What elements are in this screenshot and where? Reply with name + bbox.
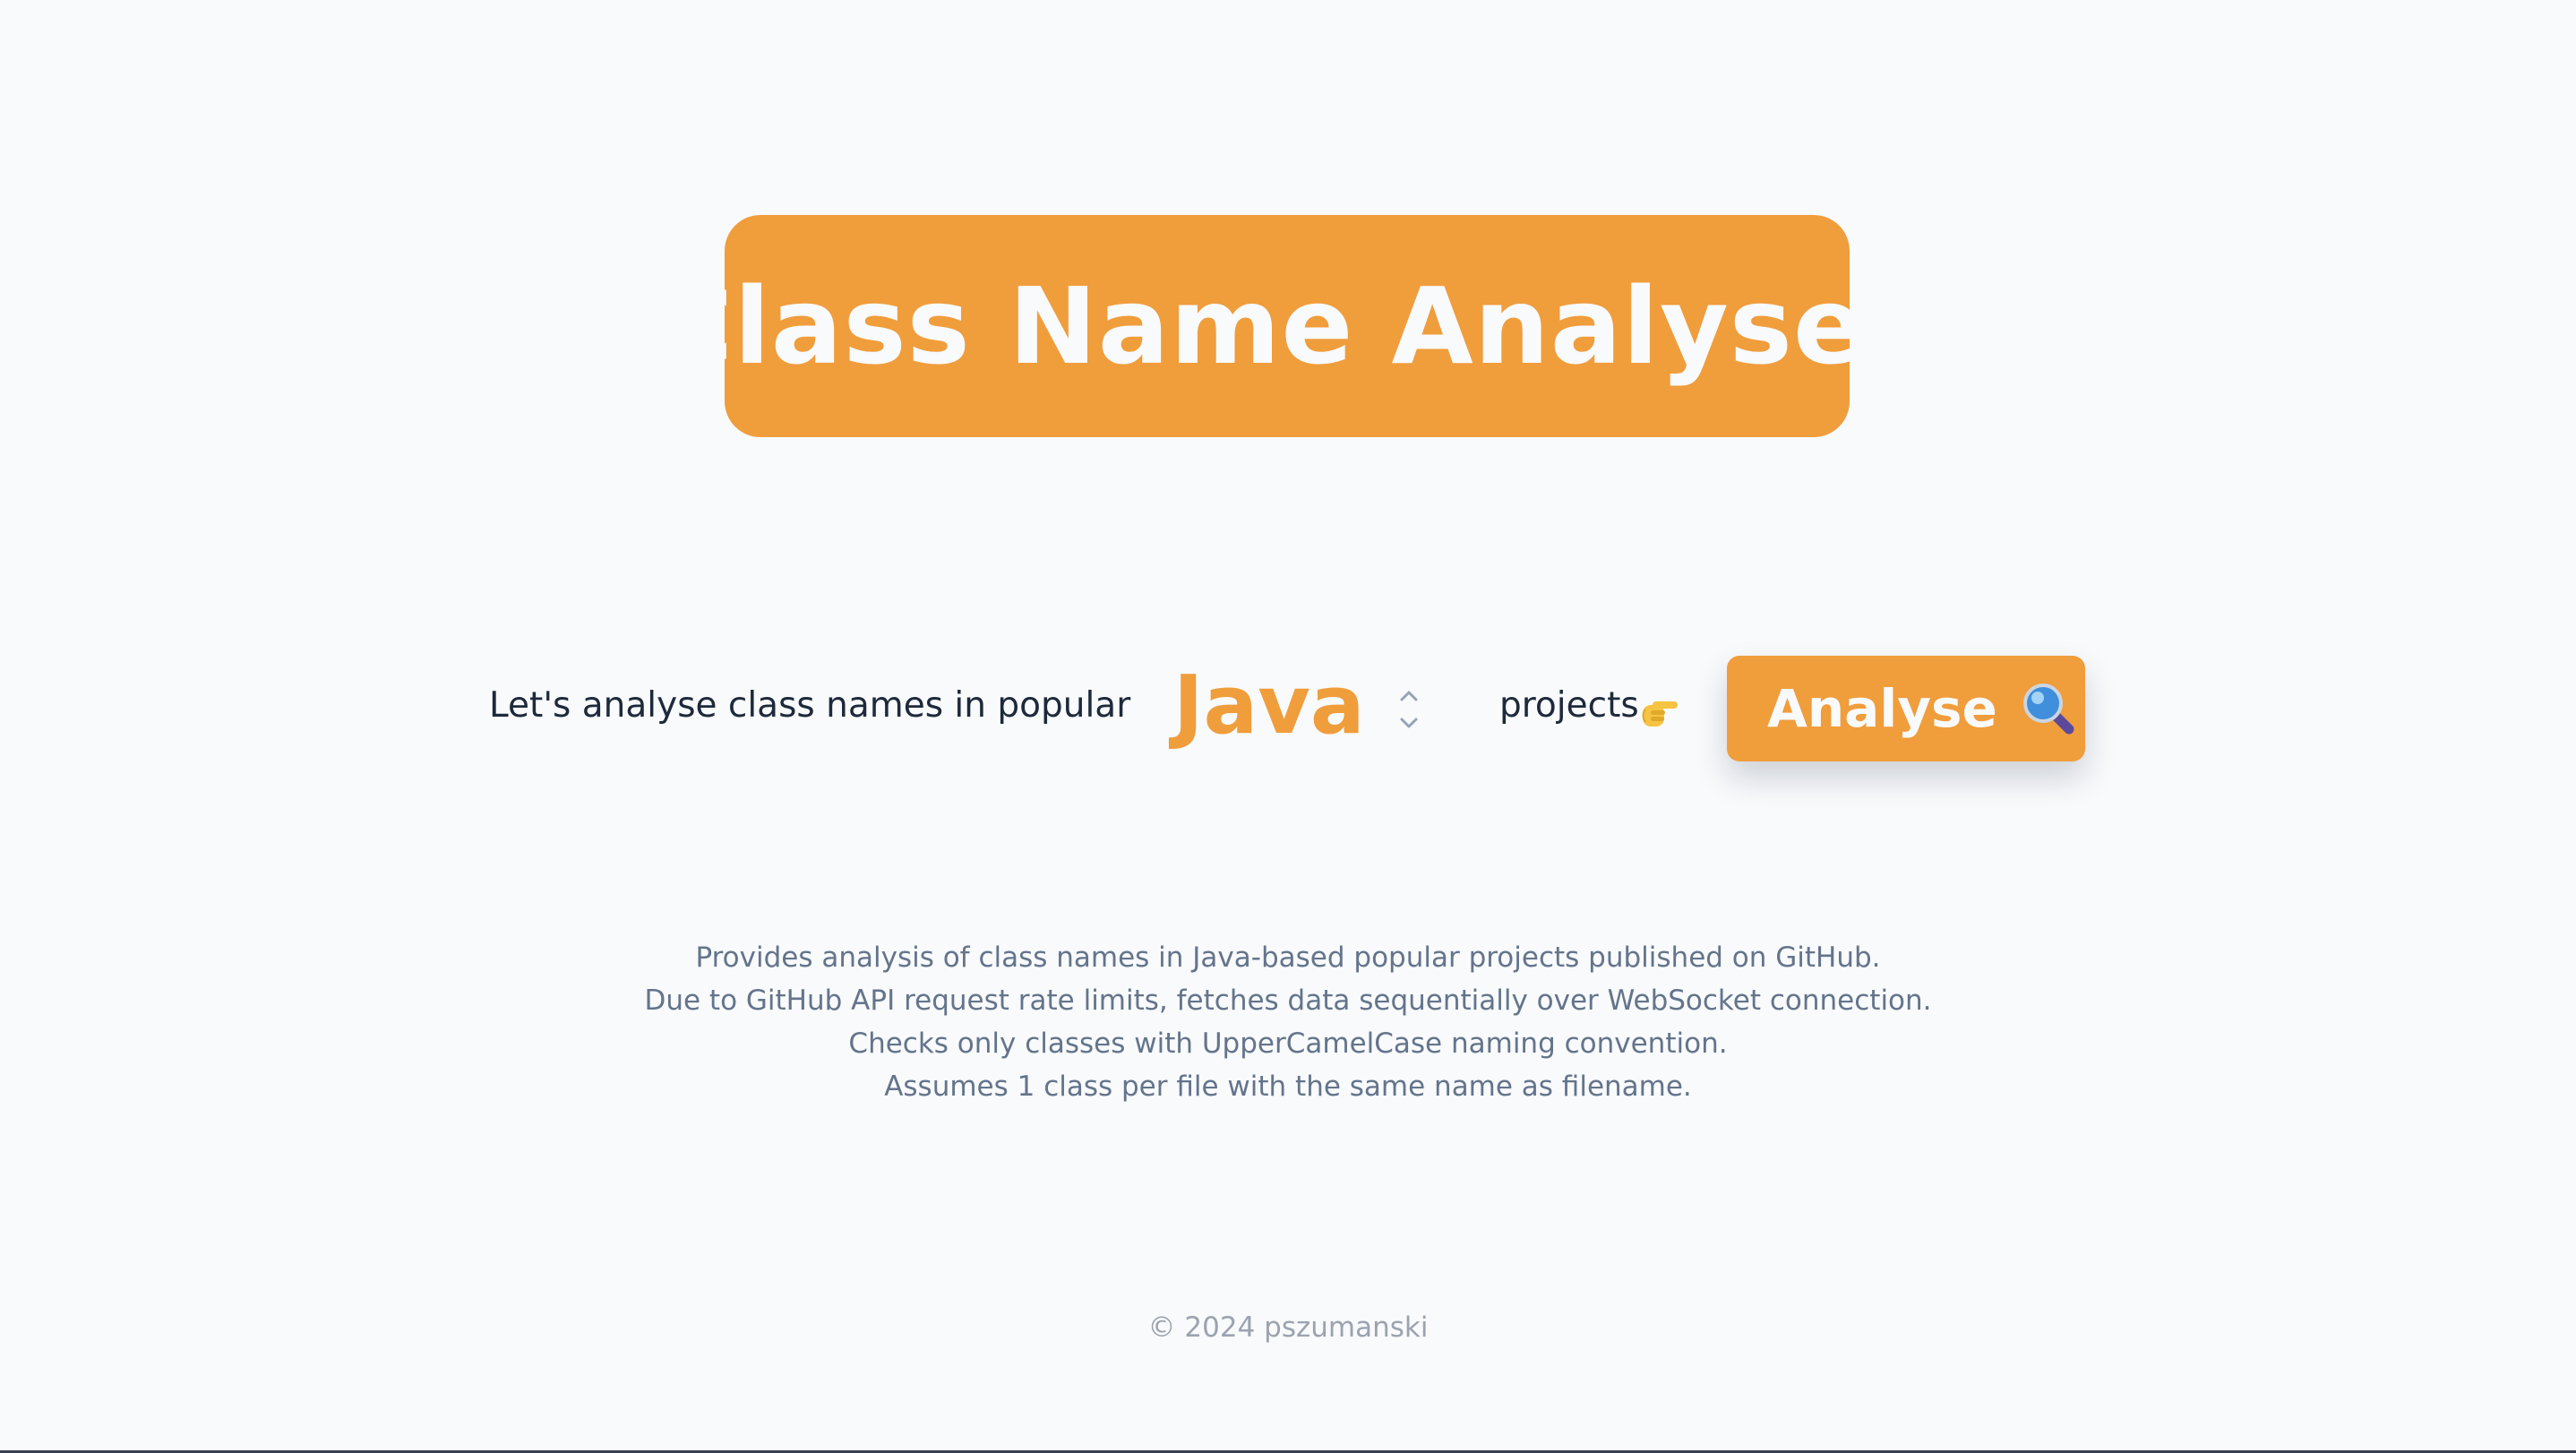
footer-copyright: © 2024 pszumanski <box>1147 1311 1429 1344</box>
magnifier-icon <box>2022 684 2074 735</box>
analyse-button[interactable]: Analyse <box>1727 656 2085 761</box>
description-block: Provides analysis of class names in Java… <box>0 936 2576 1108</box>
analyse-button-label: Analyse <box>1767 678 1997 739</box>
description-line: Due to GitHub API request rate limits, f… <box>644 984 1932 1017</box>
backhand-index-pointing-right-icon <box>1642 701 1678 726</box>
description-line: Checks only classes with UpperCamelCase … <box>848 1027 1728 1060</box>
language-selected-value[interactable]: Java <box>1173 658 1365 752</box>
language-select[interactable]: Java <box>1173 658 1442 757</box>
page-title: Class Name Analyser <box>655 264 1919 388</box>
page-title-banner: Class Name Analyser <box>656 215 1918 437</box>
description-line: Assumes 1 class per file with the same n… <box>884 1070 1692 1103</box>
lead-text: Let's analyse class names in popular <box>489 685 1131 726</box>
chevron-up-down-icon[interactable] <box>1395 685 1422 734</box>
description-line: Provides analysis of class names in Java… <box>695 941 1881 974</box>
projects-text: projects <box>1499 685 1639 726</box>
